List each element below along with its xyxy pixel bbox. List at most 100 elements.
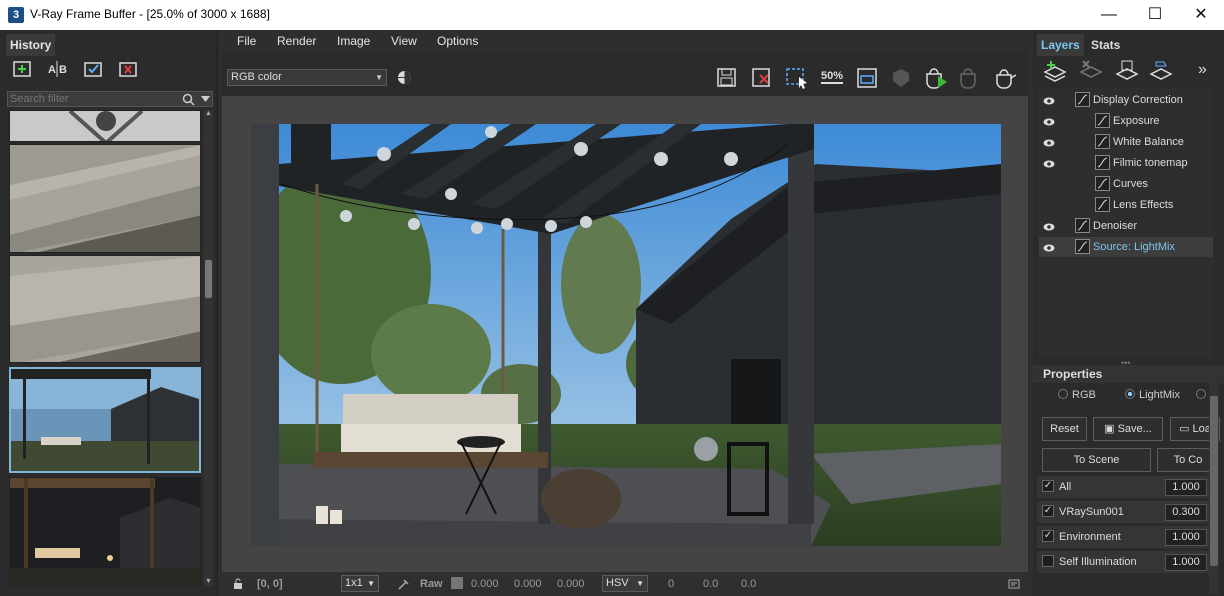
floppy-icon: ▣ (1104, 423, 1118, 435)
lightmix-checkbox[interactable]: ✓ (1042, 505, 1054, 517)
eye-icon[interactable] (1043, 117, 1055, 126)
history-thumbnail-selected[interactable] (9, 367, 201, 473)
zoom-label[interactable]: 50% (821, 70, 844, 84)
channel-select[interactable]: RGB color ▼ (227, 69, 387, 86)
history-thumbnail[interactable] (9, 255, 201, 363)
render-image[interactable] (251, 124, 1001, 546)
scroll-thumb[interactable] (205, 260, 212, 298)
menu-image[interactable]: Image (337, 34, 370, 48)
layer-item[interactable]: Source: LightMix (1039, 237, 1213, 257)
remove-history-icon[interactable] (115, 57, 141, 81)
scroll-thumb[interactable] (1210, 396, 1218, 566)
fit-view-icon[interactable] (856, 67, 878, 89)
add-layer-icon[interactable] (1042, 60, 1068, 82)
color-picker-icon[interactable] (398, 578, 410, 590)
eye-icon[interactable] (1043, 138, 1055, 147)
layer-item[interactable]: Denoiser (1039, 216, 1213, 236)
tab-layers[interactable]: Layers (1037, 34, 1084, 56)
history-thumbnail[interactable] (9, 110, 201, 142)
reset-button[interactable]: Reset (1042, 417, 1087, 441)
light-name: All (1059, 481, 1072, 493)
load-history-icon[interactable] (80, 57, 106, 81)
status-bar: [0, 0] 1x1 ▼ Raw 0.000 0.000 0.000 HSV ▼ 0… (222, 572, 1028, 596)
save-layers-icon[interactable] (1114, 60, 1140, 82)
menu-view[interactable]: View (391, 34, 417, 48)
radio-indicator (1125, 389, 1135, 399)
layer-item[interactable]: Exposure (1039, 111, 1213, 131)
to-scene-button[interactable]: To Scene (1042, 448, 1151, 472)
history-search-input[interactable] (10, 92, 180, 106)
eye-icon[interactable] (1043, 222, 1055, 231)
lightmix-checkbox[interactable]: ✓ (1042, 530, 1054, 542)
chevron-down-icon: ▼ (375, 73, 383, 82)
interactive-render-icon[interactable] (924, 66, 950, 90)
layers-panel: Layers Stats » Display Correction Exposur… (1033, 30, 1224, 596)
mode-extra-radio[interactable] (1196, 389, 1210, 401)
mode-rgb-radio[interactable]: RGB (1058, 389, 1096, 401)
lightmix-checkbox[interactable] (1042, 555, 1054, 567)
save-button[interactable]: ▣ Save... (1093, 417, 1163, 441)
save-image-icon[interactable] (716, 67, 738, 89)
delete-layer-icon[interactable] (1078, 60, 1104, 82)
layer-name: Display Correction (1093, 94, 1183, 106)
svg-text:B: B (59, 64, 67, 76)
lightmix-row: ✓ All 1.000 (1037, 476, 1209, 498)
history-search (7, 91, 213, 107)
light-intensity-field[interactable]: 1.000 (1165, 529, 1207, 546)
ab-compare-icon[interactable]: AB (45, 57, 71, 81)
menu-file[interactable]: File (237, 34, 256, 48)
layer-name: Curves (1113, 178, 1148, 190)
save-to-history-icon[interactable] (9, 57, 35, 81)
layer-type-icon (1095, 134, 1110, 149)
layer-name: Denoiser (1093, 220, 1138, 232)
properties-scrollbar[interactable] (1209, 382, 1219, 594)
layer-item[interactable]: Lens Effects (1039, 195, 1213, 215)
layer-name: Filmic tonemap (1113, 157, 1188, 169)
light-intensity-field[interactable]: 1.000 (1165, 554, 1207, 571)
layer-item[interactable]: Curves (1039, 174, 1213, 194)
pixel-g: 0.000 (514, 578, 542, 590)
eye-icon[interactable] (1043, 243, 1055, 252)
render-disabled-icon[interactable] (958, 66, 984, 90)
tab-history[interactable]: History (6, 34, 56, 56)
raw-label: Raw (420, 578, 443, 590)
layer-item[interactable]: Display Correction (1039, 90, 1213, 110)
color-clamp-icon[interactable] (397, 70, 412, 85)
menu-options[interactable]: Options (437, 34, 478, 48)
menu-render[interactable]: Render (277, 34, 316, 48)
eye-icon[interactable] (1043, 159, 1055, 168)
expand-panel-icon[interactable]: » (1198, 61, 1207, 79)
clear-image-icon[interactable] (751, 67, 773, 89)
colorspace-select[interactable]: HSV ▼ (602, 575, 648, 592)
layer-item[interactable]: White Balance (1039, 132, 1213, 152)
tab-stats[interactable]: Stats (1087, 34, 1124, 56)
lock-icon[interactable] (232, 578, 244, 590)
minimize-button[interactable]: — (1086, 0, 1132, 30)
lightmix-checkbox[interactable]: ✓ (1042, 480, 1054, 492)
layer-item[interactable]: Filmic tonemap (1039, 153, 1213, 173)
load-layers-icon[interactable] (1148, 60, 1174, 82)
render-teapot-icon[interactable] (993, 66, 1019, 90)
close-button[interactable]: ✕ (1178, 0, 1224, 30)
eye-icon[interactable] (1043, 96, 1055, 105)
console-icon[interactable] (1008, 579, 1020, 589)
viewport-panel: File Render Image View Options RGB color… (222, 30, 1028, 596)
raw-checkbox[interactable] (451, 577, 463, 589)
search-icon[interactable] (182, 93, 196, 106)
pixel-s: 0.0 (703, 578, 719, 590)
history-thumbnail[interactable] (9, 144, 201, 253)
render-scene (251, 124, 1001, 546)
region-render-icon[interactable] (785, 67, 809, 89)
maximize-button[interactable]: ☐ (1132, 0, 1178, 30)
sample-scale-select[interactable]: 1x1 ▼ (341, 575, 379, 592)
light-intensity-field[interactable]: 0.300 (1165, 504, 1207, 521)
history-thumbnail[interactable] (9, 477, 201, 586)
mode-rgb-label: RGB (1072, 389, 1096, 401)
mode-lightmix-radio[interactable]: LightMix (1125, 389, 1180, 401)
lightmix-row: ✓ Environment 1.000 (1037, 526, 1209, 548)
layer-name: Source: LightMix (1093, 241, 1175, 253)
link-view-icon[interactable] (890, 67, 912, 89)
light-intensity-field[interactable]: 1.000 (1165, 479, 1207, 496)
history-scrollbar[interactable]: ▲ ▼ (204, 110, 213, 586)
chevron-down-icon[interactable] (201, 96, 210, 102)
